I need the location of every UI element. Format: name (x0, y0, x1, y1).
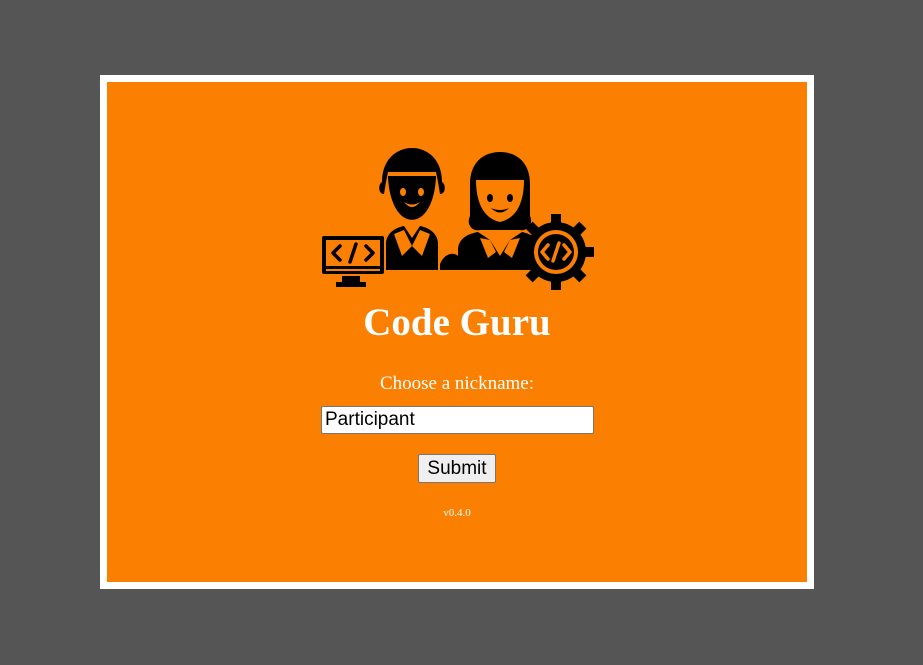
nickname-input[interactable] (321, 406, 594, 434)
developers-logo-icon (322, 148, 594, 290)
submit-button[interactable]: Submit (418, 454, 496, 483)
code-monitor-icon (322, 236, 384, 287)
login-panel: Code Guru Choose a nickname: Submit v0.4… (107, 82, 807, 582)
page-title: Code Guru (363, 301, 551, 344)
man-developer-icon (379, 148, 445, 270)
code-gear-icon (518, 214, 594, 290)
hand-icon (440, 253, 460, 270)
login-frame: Code Guru Choose a nickname: Submit v0.4… (100, 75, 814, 589)
nickname-label: Choose a nickname: (379, 373, 535, 394)
version-label: v0.4.0 (443, 507, 471, 519)
